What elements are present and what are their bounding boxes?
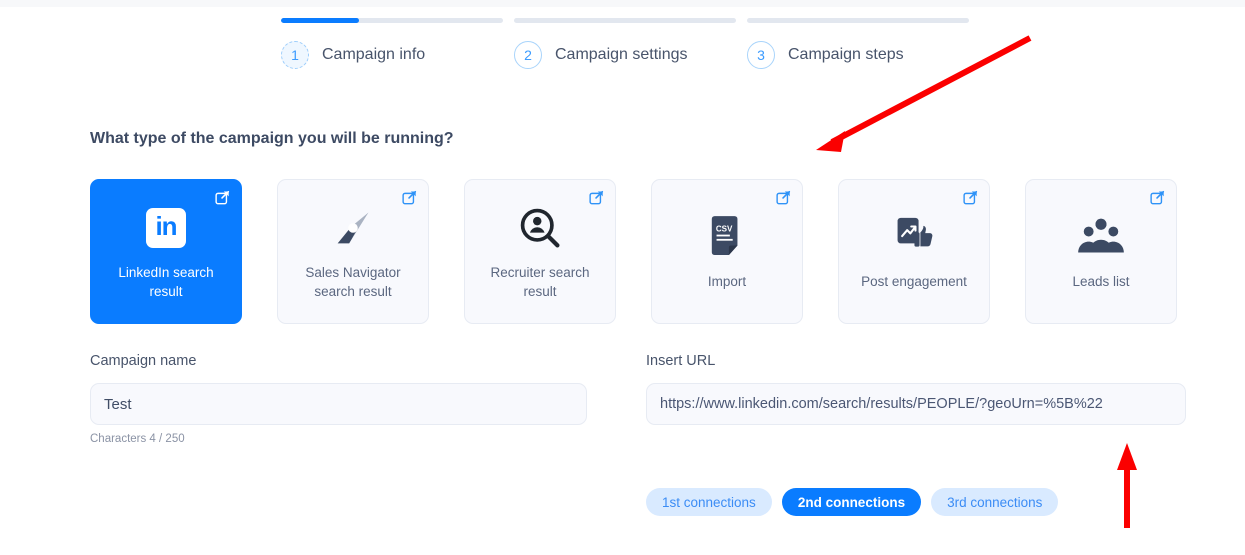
insert-url-label: Insert URL	[646, 353, 716, 369]
campaign-type-label: Import	[707, 274, 747, 289]
person-search-icon	[518, 203, 562, 253]
step-number-1: 1	[281, 41, 309, 69]
step-label-3: Campaign steps	[788, 46, 904, 63]
insert-url-input[interactable]: https://www.linkedin.com/search/results/…	[646, 383, 1186, 425]
campaign-type-card-import[interactable]: CSV Import	[651, 179, 803, 324]
arrow-to-url-input	[1117, 443, 1137, 528]
step-progress-fill	[281, 18, 359, 23]
external-link-icon[interactable]	[589, 190, 604, 205]
campaign-stepper: 1 Campaign info 2 Campaign settings 3 Ca…	[281, 18, 971, 69]
step-progress-track	[281, 18, 503, 23]
top-strip	[0, 0, 1245, 7]
csv-file-icon: CSV	[708, 212, 746, 262]
pill-2nd-connections[interactable]: 2nd connections	[781, 488, 922, 516]
external-link-icon[interactable]	[963, 190, 978, 205]
page-title: What type of the campaign you will be ru…	[90, 130, 454, 147]
external-link-icon[interactable]	[402, 190, 417, 205]
step-progress-track	[747, 18, 969, 23]
step-campaign-steps[interactable]: 3 Campaign steps	[747, 18, 969, 69]
campaign-type-label: Recruiter search result	[490, 264, 590, 299]
external-link-icon[interactable]	[215, 190, 230, 205]
campaign-type-label: LinkedIn search result	[118, 264, 214, 299]
external-link-icon[interactable]	[776, 190, 791, 205]
external-link-icon[interactable]	[1150, 190, 1165, 205]
campaign-type-list: in LinkedIn search result Sales Navigato…	[90, 179, 1177, 324]
campaign-type-label: Leads list	[1072, 274, 1130, 289]
step-label-2: Campaign settings	[555, 46, 688, 63]
step-progress-track	[514, 18, 736, 23]
step-number-3: 3	[747, 41, 775, 69]
people-group-icon	[1077, 212, 1125, 262]
campaign-type-card-post-engagement[interactable]: Post engagement	[838, 179, 990, 324]
step-campaign-settings[interactable]: 2 Campaign settings	[514, 18, 736, 69]
insert-url-value: https://www.linkedin.com/search/results/…	[660, 396, 1103, 412]
post-thumbsup-icon	[892, 212, 936, 262]
campaign-name-char-counter: Characters 4 / 250	[90, 433, 185, 445]
campaign-type-card-leads-list[interactable]: Leads list	[1025, 179, 1177, 324]
campaign-type-card-linkedin-search[interactable]: in LinkedIn search result	[90, 179, 242, 324]
campaign-name-input[interactable]: Test	[90, 383, 587, 425]
connection-degree-filter: 1st connections 2nd connections 3rd conn…	[646, 488, 1059, 516]
step-campaign-info[interactable]: 1 Campaign info	[281, 18, 503, 69]
svg-text:CSV: CSV	[716, 224, 733, 233]
campaign-type-label: Sales Navigator search result	[305, 264, 401, 299]
campaign-type-card-recruiter-search[interactable]: Recruiter search result	[464, 179, 616, 324]
campaign-type-card-sales-navigator[interactable]: Sales Navigator search result	[277, 179, 429, 324]
campaign-name-value: Test	[104, 395, 132, 413]
compass-icon	[330, 203, 376, 253]
campaign-name-label: Campaign name	[90, 353, 197, 369]
campaign-creation-page: 1 Campaign info 2 Campaign settings 3 Ca…	[0, 0, 1245, 555]
pill-1st-connections[interactable]: 1st connections	[646, 488, 772, 516]
pill-3rd-connections[interactable]: 3rd connections	[931, 488, 1059, 516]
step-number-2: 2	[514, 41, 542, 69]
linkedin-icon: in	[146, 203, 186, 253]
step-label-1: Campaign info	[322, 46, 426, 63]
campaign-type-label: Post engagement	[861, 274, 967, 289]
